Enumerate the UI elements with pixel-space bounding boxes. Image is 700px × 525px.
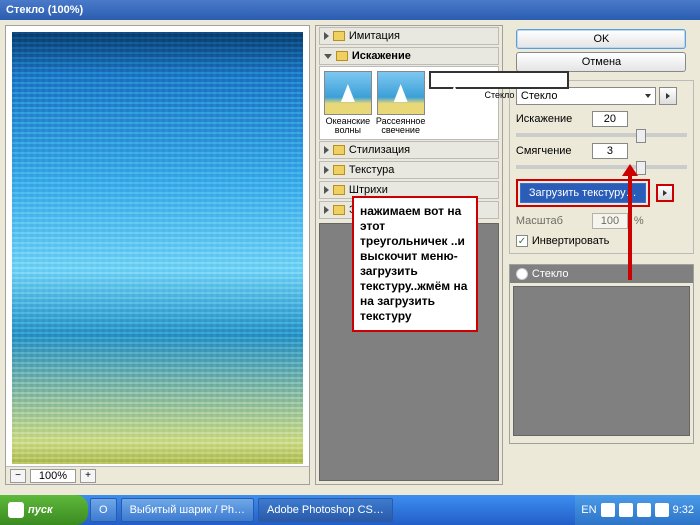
smooth-label: Смягчение (516, 145, 586, 157)
category-label: Стилизация (349, 144, 410, 156)
annotation-arrow (628, 172, 632, 280)
category-label: Имитация (349, 30, 400, 42)
taskbar-item-1[interactable]: Выбитый шарик / Ph… (121, 498, 254, 522)
tray-icon[interactable] (637, 503, 651, 517)
window-titlebar: Стекло (100%) (0, 0, 700, 20)
cancel-button[interactable]: Отмена (516, 52, 686, 72)
zoom-out-button[interactable]: − (10, 469, 26, 483)
settings-panel: OK Отмена Стекло Искажение 20 Смягчение … (503, 20, 700, 490)
clock[interactable]: 9:32 (673, 504, 694, 516)
zoom-value[interactable]: 100% (30, 469, 76, 483)
distortion-slider[interactable] (516, 133, 687, 137)
smooth-slider[interactable] (516, 165, 687, 169)
zoom-in-button[interactable]: + (80, 469, 96, 483)
tray-icon[interactable] (601, 503, 615, 517)
taskbar: пуск O Выбитый шарик / Ph… Adobe Photosh… (0, 495, 700, 525)
distortion-label: Искажение (516, 113, 586, 125)
scale-input[interactable]: 100 (592, 213, 628, 229)
main-area: − 100% + Имитация Искажение Океанские во… (0, 20, 700, 490)
preview-panel: − 100% + (5, 25, 310, 485)
annotation-box: нажимаем вот на этот треугольничек ..и в… (352, 196, 478, 332)
thumb-ocean-waves[interactable]: Океанские волны (324, 71, 372, 135)
effect-layers-panel: Стекло (509, 264, 694, 444)
category-imitation[interactable]: Имитация (319, 27, 499, 45)
thumbnail-row: Океанские волны Рассеянное свечение Стек… (319, 66, 499, 140)
tray-icon[interactable] (655, 503, 669, 517)
chevron-right-icon (666, 93, 670, 99)
filter-menu-button[interactable] (659, 87, 677, 105)
effect-layer-row[interactable]: Стекло (510, 265, 693, 283)
texture-flyout-button[interactable] (656, 184, 674, 202)
tray-icon[interactable] (619, 503, 633, 517)
category-distortion[interactable]: Искажение (319, 47, 499, 65)
filter-select[interactable]: Стекло (516, 87, 656, 105)
category-stylization[interactable]: Стилизация (319, 141, 499, 159)
zoom-bar: − 100% + (6, 466, 309, 484)
distortion-input[interactable]: 20 (592, 111, 628, 127)
language-indicator[interactable]: EN (581, 504, 596, 516)
scale-suffix: % (634, 215, 644, 227)
chevron-right-icon (663, 190, 667, 196)
load-texture-menuitem[interactable]: Загрузить текстуру… (520, 183, 646, 203)
filter-settings: Стекло Искажение 20 Смягчение 3 Загрузит… (509, 80, 694, 254)
category-texture[interactable]: Текстура (319, 161, 499, 179)
quicklaunch-button[interactable]: O (90, 498, 117, 522)
smooth-input[interactable]: 3 (592, 143, 628, 159)
chevron-down-icon (645, 94, 651, 98)
scale-label: Масштаб (516, 215, 586, 227)
window-title: Стекло (100%) (6, 4, 83, 16)
start-button[interactable]: пуск (0, 495, 88, 525)
checkbox-icon: ✓ (516, 235, 528, 247)
preview-image (12, 32, 303, 464)
category-label: Искажение (352, 50, 411, 62)
effect-layers-empty (513, 286, 690, 436)
category-label: Штрихи (349, 184, 388, 196)
eye-icon[interactable] (516, 268, 528, 280)
category-label: Текстура (349, 164, 394, 176)
invert-label: Инвертировать (532, 235, 609, 247)
system-tray: EN 9:32 (575, 495, 700, 525)
thumb-diffuse-glow[interactable]: Рассеянное свечение (376, 71, 426, 135)
invert-checkbox[interactable]: ✓ Инвертировать (516, 235, 687, 247)
taskbar-item-2[interactable]: Adobe Photoshop CS… (258, 498, 393, 522)
ok-button[interactable]: OK (516, 29, 686, 49)
effect-layer-name: Стекло (532, 268, 569, 280)
